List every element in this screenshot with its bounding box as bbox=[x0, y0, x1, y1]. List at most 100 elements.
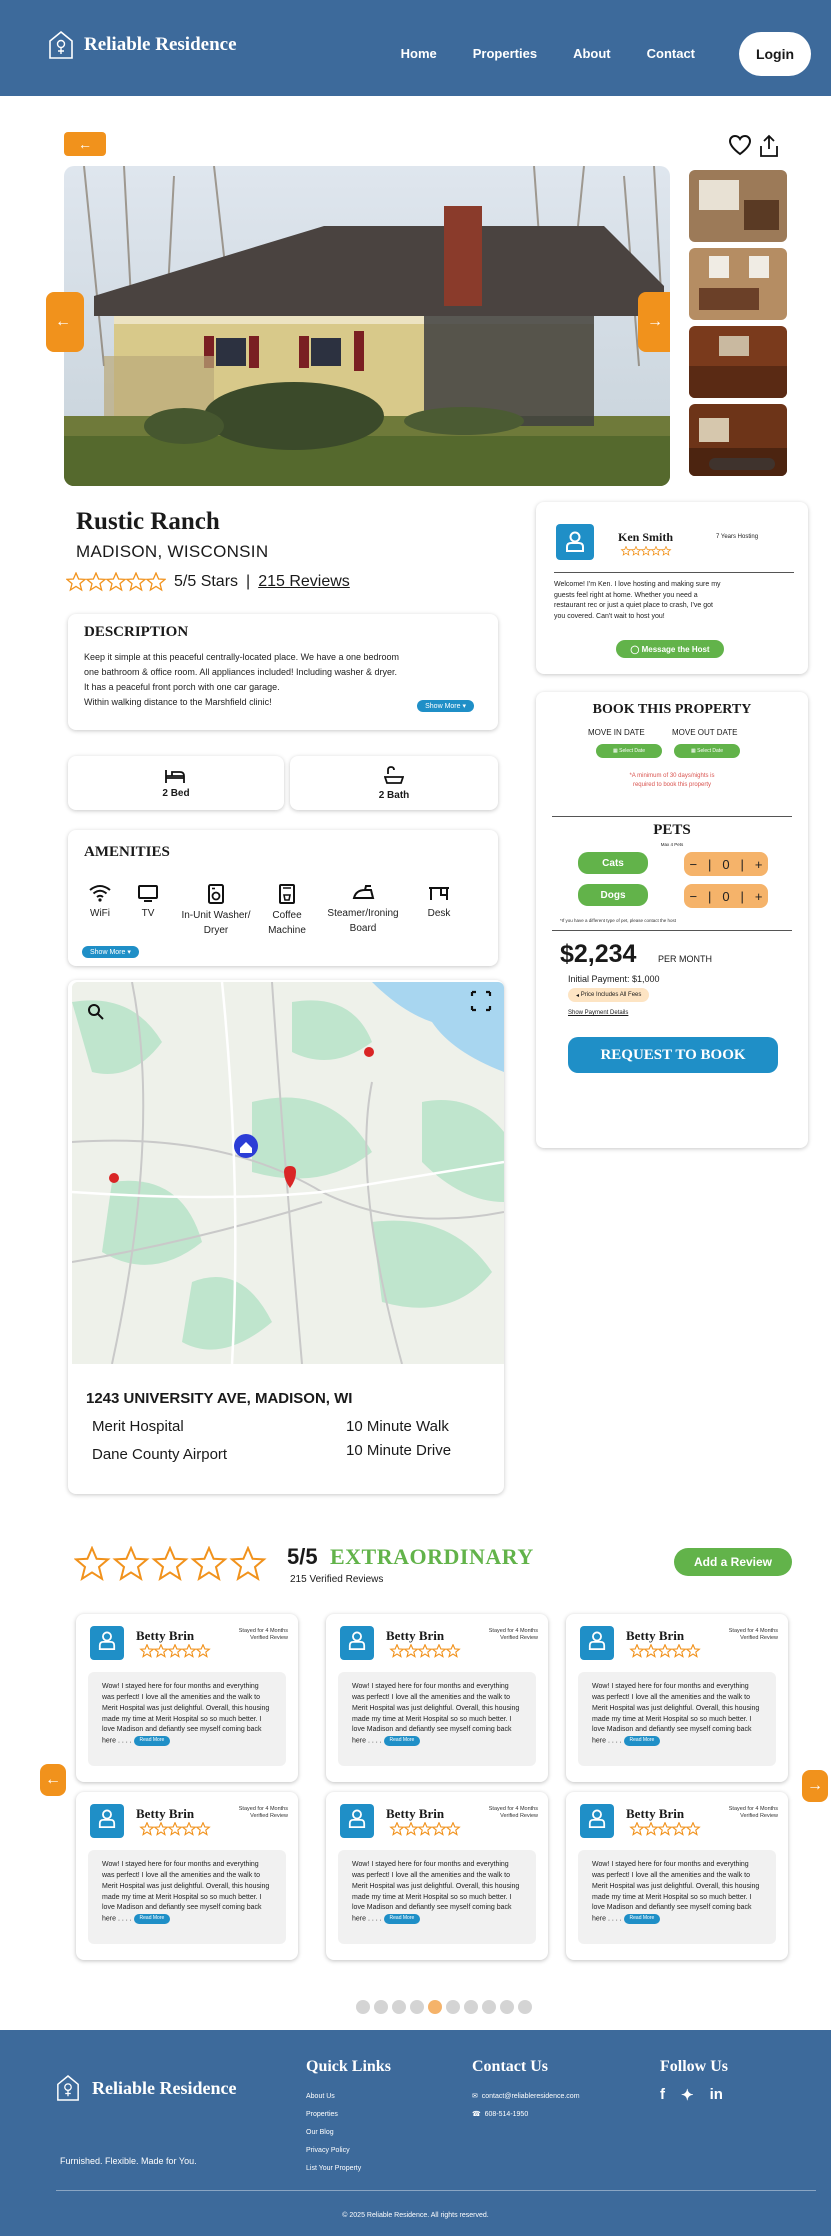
login-button[interactable]: Login bbox=[739, 32, 811, 76]
minus-icon[interactable]: − bbox=[689, 889, 697, 904]
quick-links-heading: Quick Links bbox=[306, 2058, 391, 2075]
linkedin-icon[interactable]: in bbox=[710, 2086, 723, 2104]
nav-contact[interactable]: Contact bbox=[647, 46, 695, 61]
footer-link[interactable]: Properties bbox=[306, 2106, 361, 2124]
photo-thumbnail[interactable] bbox=[689, 326, 787, 398]
reviews-link[interactable]: 215 Reviews bbox=[258, 573, 350, 591]
arrow-right-icon: → bbox=[807, 1777, 823, 1794]
main-photo[interactable]: ← → bbox=[64, 166, 670, 486]
read-more-button[interactable]: Read More bbox=[383, 1914, 421, 1924]
five-star-rating-icon bbox=[66, 572, 166, 592]
pagination-dot[interactable] bbox=[410, 2000, 424, 2014]
footer-link[interactable]: List Your Property bbox=[306, 2160, 361, 2178]
verified-reviews-count: 215 Verified Reviews bbox=[290, 1574, 384, 1585]
price-period: PER MONTH bbox=[658, 954, 712, 964]
reviews-pagination bbox=[356, 2000, 532, 2014]
dogs-stepper[interactable]: − | 0 | + bbox=[684, 884, 768, 908]
pagination-dot[interactable] bbox=[392, 2000, 406, 2014]
reviewer-name: Betty Brin bbox=[626, 1806, 685, 1821]
bath-count: 2 Bath bbox=[378, 790, 410, 801]
chat-icon: ◯ bbox=[630, 644, 640, 654]
heart-icon[interactable] bbox=[728, 134, 752, 156]
review-stars-icon bbox=[386, 1643, 464, 1663]
contact-email[interactable]: ✉ contact@reliableresidence.com bbox=[472, 2088, 580, 2106]
gallery-prev-tab[interactable]: ← bbox=[46, 292, 80, 352]
minimum-stay-note: *A minimum of 30 days/nights is bbox=[629, 773, 715, 779]
footer-logo[interactable]: Reliable Residence bbox=[56, 2074, 236, 2102]
bed-count: 2 Bed bbox=[162, 788, 190, 799]
read-more-button[interactable]: Read More bbox=[623, 1914, 661, 1924]
review-text: Wow! I stayed here for four months and e… bbox=[102, 1683, 270, 1745]
photo-thumbnail[interactable] bbox=[689, 404, 787, 476]
gallery-next-button[interactable]: → bbox=[638, 292, 670, 352]
twitter-icon[interactable]: ✦ bbox=[681, 2086, 694, 2104]
footer-tagline: Furnished. Flexible. Made for You. bbox=[60, 2156, 197, 2166]
read-more-button[interactable]: Read More bbox=[133, 1914, 171, 1924]
house-logo-icon bbox=[49, 30, 73, 59]
photo-thumbnail[interactable] bbox=[689, 170, 787, 242]
review-card: Betty Brin Stayed for 4 Months Verified R… bbox=[76, 1614, 298, 1782]
show-more-amenities-button[interactable]: Show More ▾ bbox=[82, 946, 139, 958]
message-host-button[interactable]: ◯ Message the Host bbox=[616, 640, 724, 658]
read-more-button[interactable]: Read More bbox=[383, 1736, 421, 1746]
review-stay-info: Stayed for 4 Months Verified Review bbox=[728, 1628, 778, 1642]
reviewer-avatar bbox=[340, 1626, 374, 1660]
plus-icon[interactable]: + bbox=[755, 857, 763, 872]
reviews-next-button[interactable]: → bbox=[802, 1770, 828, 1802]
minus-icon[interactable]: − bbox=[689, 857, 697, 872]
plus-icon[interactable]: + bbox=[755, 889, 763, 904]
review-body: Wow! I stayed here for four months and e… bbox=[338, 1672, 536, 1766]
nav-home[interactable]: Home bbox=[401, 46, 437, 61]
pagination-dot[interactable] bbox=[446, 2000, 460, 2014]
move-in-date-picker[interactable]: ▦ Select Date bbox=[596, 744, 662, 758]
back-button[interactable]: ← bbox=[64, 132, 106, 156]
fees-label: Price Includes All Fees bbox=[580, 992, 642, 998]
pagination-dot[interactable] bbox=[518, 2000, 532, 2014]
contact-phone[interactable]: ☎ 608-514-1950 bbox=[472, 2106, 580, 2124]
review-text: Wow! I stayed here for four months and e… bbox=[102, 1861, 270, 1923]
read-more-button[interactable]: Read More bbox=[623, 1736, 661, 1746]
host-bio-line: Welcome! I'm Ken. I love hosting and mak… bbox=[554, 581, 721, 588]
pagination-dot[interactable] bbox=[374, 2000, 388, 2014]
user-icon bbox=[98, 1809, 116, 1834]
property-address: 1243 UNIVERSITY AVE, MADISON, WI bbox=[86, 1390, 353, 1407]
move-out-date-picker[interactable]: ▦ Select Date bbox=[674, 744, 740, 758]
tag-icon: ◂ bbox=[576, 992, 580, 999]
add-review-button[interactable]: Add a Review bbox=[674, 1548, 792, 1576]
pagination-dot[interactable] bbox=[482, 2000, 496, 2014]
review-text: Wow! I stayed here for four months and e… bbox=[592, 1683, 760, 1745]
amenity-coffee-machine: Coffee Machine bbox=[262, 884, 312, 938]
pagination-dot[interactable] bbox=[356, 2000, 370, 2014]
share-icon[interactable] bbox=[758, 134, 780, 158]
review-stay-info: Stayed for 4 Months Verified Review bbox=[728, 1806, 778, 1820]
user-icon bbox=[348, 1631, 366, 1656]
nav-properties[interactable]: Properties bbox=[473, 46, 537, 61]
coffee-machine-icon bbox=[279, 884, 295, 904]
host-bio-line: restaurant rec or just a quiet place to … bbox=[554, 602, 713, 609]
photo-thumbnail[interactable] bbox=[689, 248, 787, 320]
pagination-dot[interactable] bbox=[500, 2000, 514, 2014]
user-icon bbox=[566, 531, 584, 552]
footer-link[interactable]: About Us bbox=[306, 2088, 361, 2106]
footer-link[interactable]: Our Blog bbox=[306, 2124, 361, 2142]
reviews-prev-button[interactable]: ← bbox=[40, 1764, 66, 1796]
pagination-dot[interactable] bbox=[428, 2000, 442, 2014]
host-avatar bbox=[556, 524, 594, 560]
read-more-button[interactable]: Read More bbox=[133, 1736, 171, 1746]
pets-note: *If you have a different type of pet, pl… bbox=[560, 918, 676, 923]
dogs-label: Dogs bbox=[578, 884, 648, 906]
footer-link[interactable]: Privacy Policy bbox=[306, 2142, 361, 2160]
payment-details-link[interactable]: Show Payment Details bbox=[568, 1010, 628, 1016]
cats-stepper[interactable]: − | 0 | + bbox=[684, 852, 768, 876]
footer-brand: Reliable Residence bbox=[92, 2077, 237, 2098]
facebook-icon[interactable]: f bbox=[660, 2086, 665, 2104]
copyright: © 2025 Reliable Residence. All rights re… bbox=[342, 2212, 489, 2219]
request-to-book-button[interactable]: REQUEST TO BOOK bbox=[568, 1037, 778, 1073]
location-map[interactable] bbox=[72, 982, 504, 1364]
pagination-dot[interactable] bbox=[464, 2000, 478, 2014]
amenity-ironing: Steamer/Ironing Board bbox=[318, 884, 408, 936]
bath-count-card: 2 Bath bbox=[290, 756, 498, 810]
show-more-description-button[interactable]: Show More ▾ bbox=[417, 700, 474, 712]
nav-about[interactable]: About bbox=[573, 46, 611, 61]
brand-logo[interactable]: Reliable Residence bbox=[48, 30, 237, 60]
